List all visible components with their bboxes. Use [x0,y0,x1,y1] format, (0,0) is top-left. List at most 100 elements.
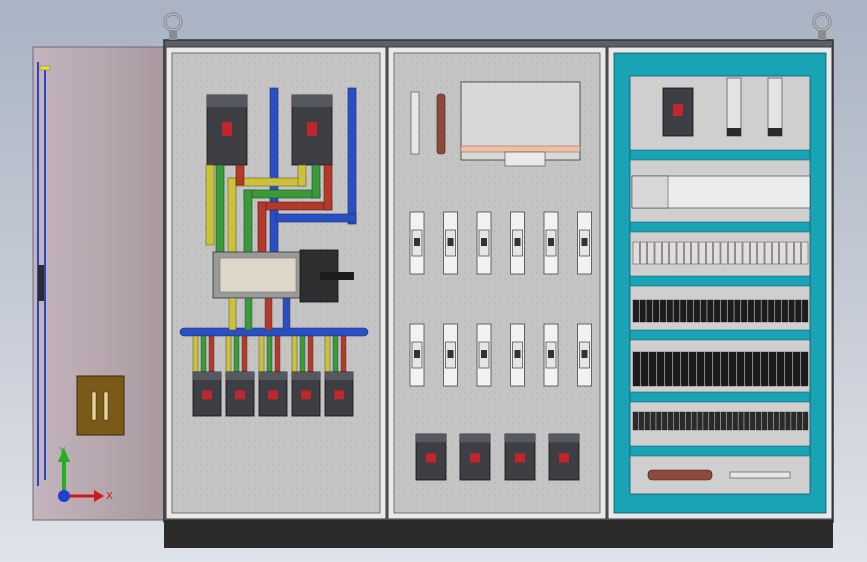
outgoing-breaker[interactable] [192,371,222,417]
terminal-block[interactable] [693,299,700,323]
terminal-block[interactable] [742,241,750,265]
terminal-block[interactable] [776,351,785,387]
terminal-block[interactable] [784,351,793,387]
terminal-block[interactable] [668,411,674,431]
outgoing-breaker[interactable] [291,371,321,417]
door-handle-icon[interactable] [76,375,125,436]
terminal-block[interactable] [747,299,755,323]
cad-viewport[interactable]: X Y [0,0,867,562]
terminal-block[interactable] [735,241,743,265]
fuse-holder[interactable] [543,211,559,275]
terminal-block[interactable] [713,241,721,265]
terminal-block[interactable] [761,411,768,431]
terminal-block[interactable] [703,411,709,431]
terminal-block[interactable] [794,241,801,265]
terminal-block[interactable] [650,411,656,431]
control-breaker[interactable] [662,87,694,137]
terminal-block[interactable] [696,351,705,387]
terminal-block[interactable] [720,299,727,323]
fuse-holder[interactable] [409,211,425,275]
terminal-block[interactable] [791,411,797,431]
terminal-block[interactable] [673,411,680,431]
terminal-block[interactable] [659,299,667,323]
power-supply-2[interactable] [767,77,783,137]
terminal-block[interactable] [744,411,750,431]
terminal-block[interactable] [662,241,669,265]
terminal-block[interactable] [802,411,809,431]
terminal-block[interactable] [801,241,809,265]
power-supply-1[interactable] [726,77,742,137]
terminal-block[interactable] [761,299,768,323]
terminal-block[interactable] [688,351,697,387]
terminal-block[interactable] [684,241,691,265]
outgoing-breaker[interactable] [225,371,255,417]
terminal-block[interactable] [669,241,677,265]
plc-module[interactable] [631,175,811,209]
terminal-block[interactable] [720,351,729,387]
terminal-block[interactable] [704,351,713,387]
terminal-block[interactable] [779,241,787,265]
small-breaker[interactable] [504,433,536,481]
terminal-block[interactable] [732,411,738,431]
terminal-block[interactable] [792,351,801,387]
terminal-block[interactable] [714,411,721,431]
terminal-block[interactable] [734,299,741,323]
changeover-switch[interactable] [212,249,354,303]
terminal-block[interactable] [679,411,686,431]
terminal-block[interactable] [680,351,689,387]
terminal-block[interactable] [685,411,691,431]
fuse-holder[interactable] [577,211,592,275]
terminal-block[interactable] [644,411,650,431]
terminal-block[interactable] [726,411,732,431]
control-section[interactable] [607,46,833,520]
terminal-block[interactable] [656,411,662,431]
terminal-block[interactable] [700,299,707,323]
terminal-block[interactable] [800,351,809,387]
terminal-block[interactable] [720,411,727,431]
terminal-block[interactable] [720,241,728,265]
terminal-block[interactable] [797,411,803,431]
terminal-block[interactable] [760,351,769,387]
terminal-block[interactable] [802,299,809,323]
terminal-block[interactable] [744,351,753,387]
terminal-block[interactable] [767,411,774,431]
terminal-block[interactable] [795,299,802,323]
terminal-block[interactable] [754,299,761,323]
terminal-block[interactable] [728,241,735,265]
terminal-block[interactable] [691,411,697,431]
terminal-block[interactable] [788,299,795,323]
terminal-block[interactable] [728,351,737,387]
fuse-holder[interactable] [510,211,525,275]
terminal-block[interactable] [785,411,791,431]
small-breaker[interactable] [459,433,491,481]
terminal-block[interactable] [738,411,744,431]
terminal-block[interactable] [768,299,775,323]
switch-handle-icon[interactable] [320,272,354,280]
fuse-holder[interactable] [409,323,425,387]
terminal-block[interactable] [752,351,761,387]
terminal-block[interactable] [639,299,646,323]
fuse-holder[interactable] [577,323,592,387]
terminal-block[interactable] [764,241,772,265]
small-breaker[interactable] [548,433,580,481]
fuse-holder[interactable] [476,211,492,275]
outgoing-breaker[interactable] [324,371,354,417]
terminal-block[interactable] [786,241,794,265]
terminal-block[interactable] [706,241,713,265]
terminal-block[interactable] [647,241,655,265]
outgoing-breakers[interactable] [192,371,354,417]
terminal-block[interactable] [632,411,639,431]
terminal-block[interactable] [680,299,687,323]
terminal-block[interactable] [714,299,721,323]
cabinet-model-view[interactable]: X Y [0,0,867,562]
fuse-holder[interactable] [543,323,559,387]
main-breaker-1[interactable] [206,94,248,166]
terminal-block[interactable] [646,299,653,323]
fuse-holder[interactable] [443,323,458,387]
cabinet-door[interactable] [32,46,165,521]
terminal-block[interactable] [712,351,721,387]
terminal-block[interactable] [653,299,660,323]
terminal-block[interactable] [774,299,782,323]
terminal-block[interactable] [654,241,662,265]
terminal-block[interactable] [768,351,777,387]
